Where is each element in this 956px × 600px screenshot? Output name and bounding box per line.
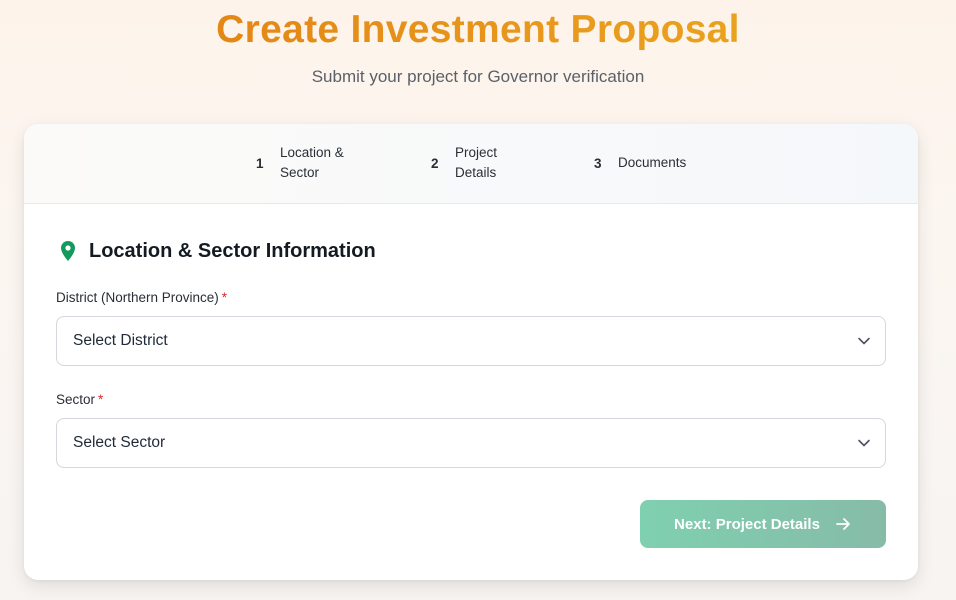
step-location-sector[interactable]: 1 Location & Sector [256,143,370,183]
step-label: Location & Sector [280,145,344,180]
next-button-label: Next: Project Details [674,515,820,533]
page-title: Create Investment Proposal [0,8,956,52]
step-number: 1 [256,155,264,171]
step-label: Documents [618,155,687,170]
arrow-right-icon [834,515,852,533]
step-number: 3 [594,155,602,171]
page-subtitle: Submit your project for Governor verific… [311,67,645,86]
page: Create Investment Proposal Submit your p… [0,0,956,600]
step-project-details[interactable]: 2 Project Details [431,143,525,183]
chevron-down-icon [857,334,871,348]
section-header: Location & Sector Information [56,239,376,263]
section-title: Location & Sector Information [89,239,376,262]
step-documents[interactable]: 3 Documents [594,153,686,173]
sector-label: Sector * [56,392,103,407]
next-project-details-button[interactable]: Next: Project Details [640,500,886,548]
required-mark: * [98,392,104,407]
proposal-form-card: 1 Location & Sector 2 Project Details 3 … [24,124,918,580]
district-select[interactable]: Select District [56,316,886,366]
chevron-down-icon [857,436,871,450]
district-select-value: Select District [73,332,168,349]
stepper: 1 Location & Sector 2 Project Details 3 … [24,124,918,204]
step-number: 2 [431,155,439,171]
required-mark: * [221,290,228,305]
sector-label-text: Sector [56,392,96,407]
district-label-text: District (Northern Province) [56,290,219,305]
district-label: District (Northern Province) * [56,290,227,305]
sector-select[interactable]: Select Sector [56,418,886,468]
sector-select-value: Select Sector [73,434,166,451]
step-label: Project Details [455,145,498,180]
map-pin-icon [56,239,80,263]
